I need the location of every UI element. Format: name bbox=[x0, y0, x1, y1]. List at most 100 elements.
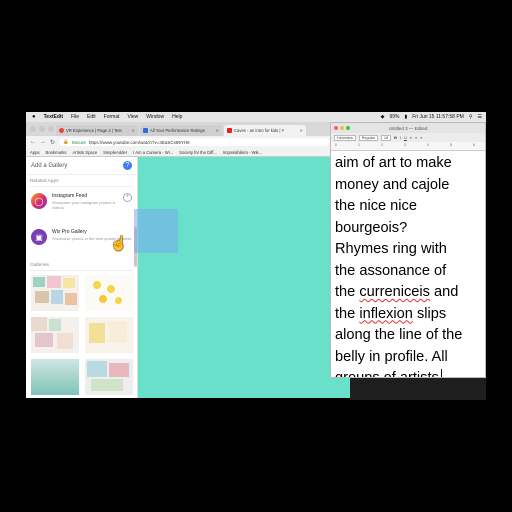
gallery-thumb[interactable] bbox=[85, 275, 133, 311]
close-icon[interactable]: ✕ bbox=[215, 128, 219, 133]
window-controls bbox=[30, 126, 54, 132]
misspelled-word: curreniceis bbox=[359, 284, 430, 300]
font-family-select[interactable]: Helvetica bbox=[334, 134, 356, 141]
text-line: along the line of the bbox=[335, 327, 463, 343]
gallery-thumb[interactable] bbox=[85, 317, 133, 353]
ruler-mark: 3 bbox=[404, 143, 406, 147]
document-title: Untitled 3 — Edited bbox=[388, 125, 428, 131]
text-word: and bbox=[429, 284, 459, 300]
bookmark-apps[interactable]: Apps bbox=[30, 150, 40, 155]
bookmark-bookmarks[interactable]: Bookmarks bbox=[46, 150, 67, 155]
youtube-icon bbox=[227, 128, 232, 133]
text-editor-body[interactable]: aim of art to make money and cajole the … bbox=[331, 151, 485, 377]
text-line: the assonance of bbox=[335, 262, 447, 279]
help-icon[interactable]: ? bbox=[123, 161, 132, 170]
ruler-mark: 6 bbox=[473, 143, 475, 147]
address-bar[interactable]: 🔒 Secure https://www.youtube.com/watch?v… bbox=[59, 138, 329, 146]
battery-icon[interactable]: ▮ bbox=[404, 114, 407, 120]
align-left-icon[interactable]: ≡ bbox=[410, 136, 412, 140]
gallery-thumb[interactable] bbox=[31, 317, 79, 353]
browser-toolbar: ← → ↻ 🔒 Secure https://www.youtube.com/w… bbox=[26, 136, 350, 148]
text-word: the bbox=[335, 305, 360, 322]
wifi-icon[interactable]: ◆ bbox=[381, 114, 385, 120]
menu-help[interactable]: Help bbox=[172, 114, 182, 120]
ruler-mark: 4 bbox=[427, 143, 429, 147]
galleries-title: Galleries bbox=[30, 259, 133, 271]
underline-button[interactable]: U bbox=[404, 136, 407, 140]
apple-menu-icon[interactable]: ● bbox=[32, 114, 36, 120]
gallery-thumb[interactable] bbox=[31, 275, 79, 311]
ruler-mark: 2 bbox=[381, 143, 383, 147]
textedit-window: Untitled 3 — Edited Helvetica Regular 18… bbox=[330, 122, 486, 378]
secure-label: Secure bbox=[71, 139, 86, 145]
tab-performance-ratings[interactable]: All Your Performance Ratings ✕ bbox=[140, 125, 222, 136]
battery-label[interactable]: 99% bbox=[389, 114, 399, 120]
related-apps-title: Related Apps bbox=[30, 175, 133, 187]
tab-favicon-icon bbox=[59, 128, 64, 133]
align-right-icon[interactable]: ≡ bbox=[420, 136, 422, 140]
gallery-thumb[interactable] bbox=[85, 359, 133, 395]
clock[interactable]: Fri Jun 15 11:57:58 PM bbox=[412, 114, 464, 120]
text-line-misspelled: the curreniceis and bbox=[335, 282, 481, 304]
app-text: Instagram Feed Showcase your Instagram p… bbox=[52, 193, 118, 210]
textedit-titlebar: Untitled 3 — Edited bbox=[331, 123, 485, 133]
menu-app-name[interactable]: TextEdit bbox=[44, 114, 63, 120]
text-word: slips bbox=[412, 305, 447, 322]
app-item-instagram-feed[interactable]: ◯ Instagram Feed Showcase your Instagram… bbox=[26, 187, 137, 223]
font-weight-select[interactable]: Regular bbox=[358, 134, 378, 141]
menu-format[interactable]: Format bbox=[104, 114, 120, 120]
close-icon[interactable]: ✕ bbox=[131, 128, 135, 133]
forward-icon[interactable]: → bbox=[40, 139, 46, 145]
text-line: Rhymes ring with bbox=[335, 241, 447, 257]
bookmarks-bar: Apps Bookmarks Artists Space SimpleAdder… bbox=[26, 148, 350, 157]
menu-view[interactable]: View bbox=[128, 114, 139, 120]
back-icon[interactable]: ← bbox=[30, 139, 36, 145]
app-desc: Showcase your Instagram photos & videos bbox=[52, 200, 116, 210]
reload-icon[interactable]: ↻ bbox=[50, 139, 55, 146]
bookmark-artists-space[interactable]: Artists Space bbox=[73, 150, 98, 155]
tab-strip: VR Experience | Page 3 | Test ✕ All Your… bbox=[26, 122, 350, 136]
gallery-thumb[interactable] bbox=[31, 359, 79, 395]
app-name: Instagram Feed bbox=[52, 193, 88, 199]
ruler[interactable]: 0 1 2 3 4 5 6 bbox=[331, 142, 485, 151]
close-dot-icon[interactable] bbox=[30, 126, 36, 132]
text-line-misspelled: the inflexion slips bbox=[335, 304, 481, 326]
misspelled-word: inflexion bbox=[359, 305, 413, 322]
hand-cursor-icon: ☝ bbox=[110, 235, 128, 251]
menu-file[interactable]: File bbox=[71, 114, 79, 120]
add-app-icon[interactable]: + bbox=[123, 193, 132, 202]
text-line: aim of art to make bbox=[335, 155, 452, 171]
text-line: the nice nice bbox=[335, 198, 417, 214]
text-caret bbox=[440, 369, 442, 377]
menu-window[interactable]: Window bbox=[146, 114, 164, 120]
text-line: belly in profile. All bbox=[335, 348, 448, 365]
add-gallery-panel: Add a Gallery ? Related Apps ◯ Instagram… bbox=[26, 157, 138, 398]
tab-caves[interactable]: Caves - an intro for kids | Y ✕ bbox=[224, 125, 306, 136]
ruler-mark: 0 bbox=[335, 143, 337, 147]
tab-label: Caves - an intro for kids | Y bbox=[234, 128, 285, 133]
bookmark-simpleadder[interactable]: SimpleAdder bbox=[103, 150, 127, 155]
tab-label: VR Experience | Page 3 | Test bbox=[66, 128, 122, 133]
zoom-dot-icon[interactable] bbox=[48, 126, 54, 132]
close-icon[interactable]: ✕ bbox=[299, 128, 303, 133]
bookmark-i-am-a-camera[interactable]: I Am a Camera - Wi... bbox=[133, 150, 173, 155]
bookmark-society[interactable]: Society for the Diff... bbox=[179, 150, 217, 155]
format-bar: Helvetica Regular 18 B I U ≡ ≡ ≡ bbox=[331, 133, 485, 142]
text-line: money and cajole bbox=[335, 176, 450, 193]
bold-button[interactable]: B bbox=[394, 136, 397, 140]
italic-button[interactable]: I bbox=[400, 136, 401, 140]
background-strip bbox=[350, 378, 486, 400]
lock-icon: 🔒 bbox=[63, 139, 69, 144]
tab-vr-experience[interactable]: VR Experience | Page 3 | Test ✕ bbox=[56, 125, 138, 136]
minimize-dot-icon[interactable] bbox=[39, 126, 45, 132]
search-icon[interactable]: ⚲ bbox=[469, 114, 473, 120]
bookmark-impossibilism[interactable]: Impossibilism - Wik... bbox=[223, 150, 262, 155]
font-size-select[interactable]: 18 bbox=[380, 134, 392, 141]
menu-edit[interactable]: Edit bbox=[87, 114, 96, 120]
url-text: https://www.youtube.com/watch?v=3EaSCs89… bbox=[88, 139, 190, 145]
gallery-app-icon: ▣ bbox=[31, 229, 47, 245]
align-center-icon[interactable]: ≡ bbox=[415, 136, 417, 140]
menu-list-icon[interactable]: ☰ bbox=[478, 114, 482, 120]
tab-label: All Your Performance Ratings bbox=[150, 128, 205, 133]
drag-preview bbox=[134, 209, 178, 253]
